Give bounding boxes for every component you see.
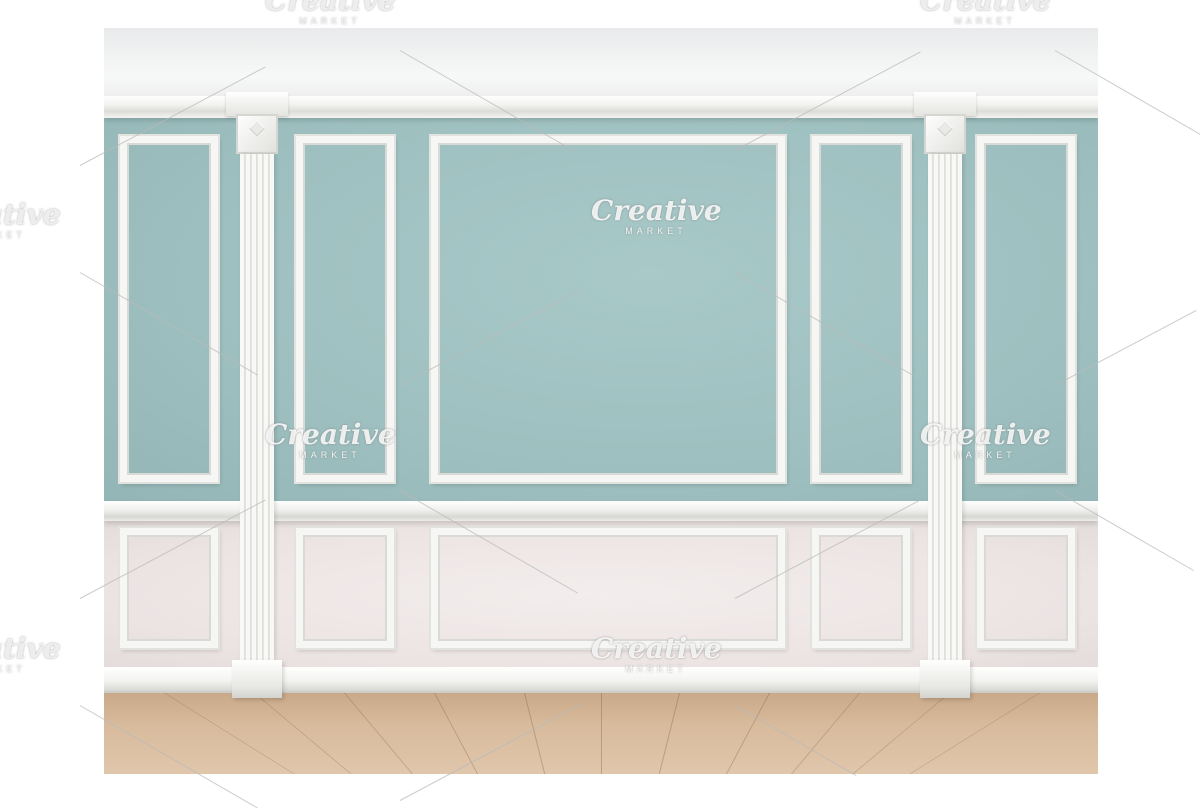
watermark-logo: Creative MARKET — [0, 632, 61, 675]
pilaster-shaft — [928, 154, 962, 660]
upper-panel-3 — [812, 136, 910, 482]
pilaster-block — [924, 114, 966, 154]
plank-line — [164, 693, 295, 774]
plank-line — [344, 693, 413, 774]
watermark-sub: MARKET — [0, 664, 26, 674]
plank-line — [909, 693, 1040, 774]
watermark-logo: Creative MARKET — [265, 0, 396, 26]
diamond-ornament — [248, 119, 266, 137]
watermark-brand: Creative — [591, 194, 722, 227]
pilaster-shaft — [240, 154, 274, 660]
watermark-sub: MARKET — [299, 450, 361, 460]
watermark-logo: Creative MARKET — [920, 0, 1051, 26]
lower-panel-center — [431, 528, 785, 648]
plank-line — [254, 693, 352, 774]
watermark-logo: Creative MARKET — [265, 418, 396, 461]
wooden-floor — [104, 693, 1098, 774]
upper-panel-1 — [120, 136, 218, 482]
watermark-sub: MARKET — [625, 664, 687, 674]
pilaster-base — [920, 660, 970, 698]
watermark-sub: MARKET — [299, 16, 361, 26]
diamond-ornament — [936, 119, 954, 137]
watermark-brand: Creative — [591, 632, 722, 665]
watermark-sub: MARKET — [0, 230, 26, 240]
lower-panel-3 — [812, 528, 910, 648]
watermark-logo: Creative MARKET — [591, 194, 722, 237]
watermark-brand: Creative — [920, 0, 1051, 17]
pilaster-capital — [226, 92, 288, 116]
watermark-logo: Creative MARKET — [591, 632, 722, 675]
lower-panel-4 — [977, 528, 1075, 648]
upper-panel-center — [431, 136, 785, 482]
watermark-logo: Creative MARKET — [0, 198, 61, 241]
watermark-brand: Creative — [265, 418, 396, 451]
plank-line — [791, 693, 860, 774]
watermark-brand: Creative — [0, 632, 61, 665]
lower-panel-1 — [120, 528, 218, 648]
plank-line — [852, 693, 950, 774]
pilaster-right — [914, 92, 976, 698]
plank-line — [725, 693, 770, 774]
watermark-sub: MARKET — [954, 16, 1016, 26]
lower-panel-2 — [296, 528, 394, 648]
plank-line — [601, 693, 602, 774]
pilaster-base — [232, 660, 282, 698]
ceiling — [104, 28, 1098, 98]
pilaster-capital — [914, 92, 976, 116]
watermark-brand: Creative — [920, 418, 1051, 451]
watermark-brand: Creative — [0, 198, 61, 231]
pilaster-left — [226, 92, 288, 698]
plank-line — [524, 693, 546, 774]
pilaster-block — [236, 114, 278, 154]
watermark-logo: Creative MARKET — [920, 418, 1051, 461]
watermark-brand: Creative — [265, 0, 396, 17]
watermark-sub: MARKET — [954, 450, 1016, 460]
watermark-sub: MARKET — [625, 226, 687, 236]
plank-line — [658, 693, 680, 774]
